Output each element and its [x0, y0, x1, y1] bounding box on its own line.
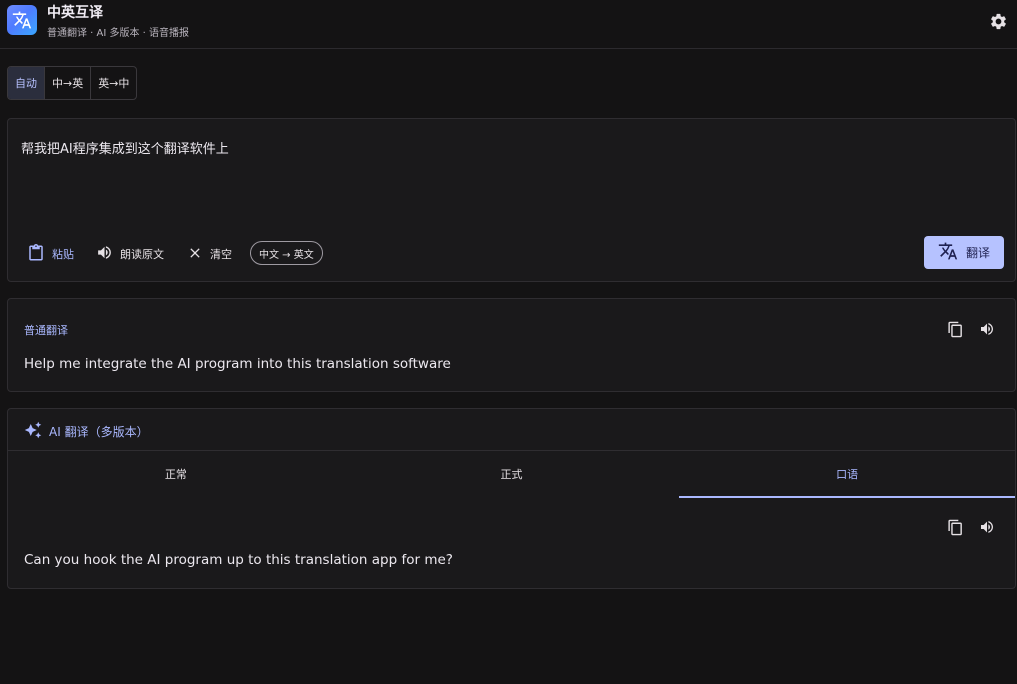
normal-translation-label: 普通翻译 — [24, 324, 68, 337]
mode-zh-en-button[interactable]: 中→英 — [45, 67, 92, 99]
close-icon — [187, 245, 203, 264]
copy-icon[interactable] — [946, 320, 964, 338]
paste-label: 粘贴 — [52, 248, 74, 261]
gear-icon[interactable] — [988, 11, 1008, 31]
source-text-input[interactable]: 帮我把AI程序集成到这个翻译软件上 — [21, 138, 229, 157]
copy-icon[interactable] — [946, 518, 964, 536]
ai-style-tabs: 正常 正式 口语 — [8, 451, 1015, 498]
speaker-icon[interactable] — [978, 320, 996, 338]
app-subtitle: 普通翻译 · AI 多版本 · 语音播报 — [47, 28, 190, 39]
ai-translation-title: AI 翻译（多版本） — [24, 421, 149, 442]
language-direction-chip[interactable]: 中文 → 英文 — [250, 241, 323, 265]
app-title: 中英互译 — [47, 5, 103, 21]
mode-en-zh-button[interactable]: 英→中 — [91, 67, 136, 99]
ai-translation-text: Can you hook the AI program up to this t… — [24, 552, 453, 568]
ai-translation-card: AI 翻译（多版本） 正常 正式 口语 Can you hook the AI … — [7, 408, 1016, 589]
tab-normal[interactable]: 正常 — [8, 451, 344, 497]
paste-button[interactable]: 粘贴 — [27, 243, 74, 265]
normal-translation-text: Help me integrate the AI program into th… — [24, 356, 451, 372]
clear-label: 清空 — [210, 248, 232, 261]
translate-button[interactable]: 翻译 — [924, 236, 1004, 269]
ai-translation-title-text: AI 翻译（多版本） — [49, 425, 149, 439]
normal-translation-card: 普通翻译 Help me integrate the AI program in… — [7, 298, 1016, 392]
speaker-icon — [96, 244, 113, 264]
read-source-label: 朗读原文 — [120, 248, 164, 261]
read-source-button[interactable]: 朗读原文 — [96, 243, 164, 265]
translate-label: 翻译 — [965, 246, 990, 260]
translate-icon — [7, 5, 37, 35]
app-header: 中英互译 普通翻译 · AI 多版本 · 语音播报 — [0, 0, 1017, 49]
clear-button[interactable]: 清空 — [187, 243, 232, 265]
input-card: 帮我把AI程序集成到这个翻译软件上 粘贴 朗读原文 清空 中文 → 英文 翻译 — [7, 118, 1016, 282]
translate-icon — [938, 241, 958, 264]
clipboard-icon — [27, 243, 45, 265]
tab-formal[interactable]: 正式 — [344, 451, 680, 497]
sparkle-icon — [24, 421, 42, 442]
speaker-icon[interactable] — [978, 518, 996, 536]
ai-translation-header: AI 翻译（多版本） — [8, 409, 1015, 451]
mode-auto-button[interactable]: 自动 — [8, 67, 45, 99]
mode-selector: 自动 中→英 英→中 — [7, 66, 138, 100]
tab-casual[interactable]: 口语 — [679, 451, 1015, 498]
